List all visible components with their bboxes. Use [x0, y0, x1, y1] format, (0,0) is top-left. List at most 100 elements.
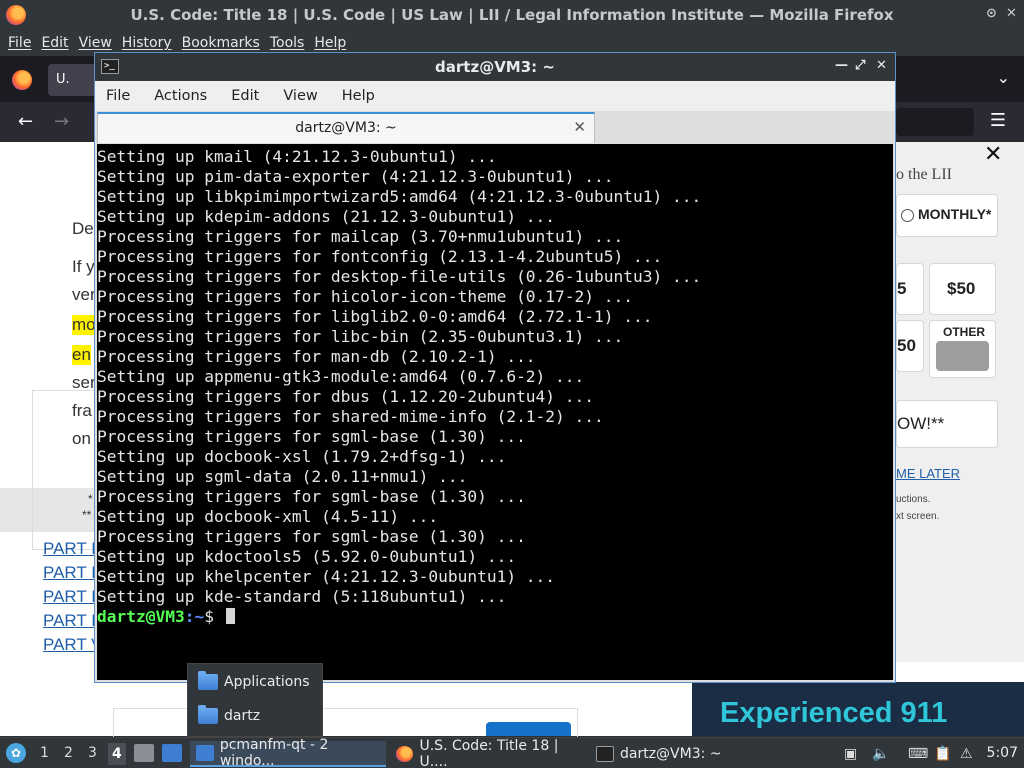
updates-icon[interactable]: ▣ — [844, 746, 857, 762]
terminal-window: >_ dartz@VM3: ~ — ⤢ ✕ File Actions Edit … — [94, 52, 896, 683]
ff-menu-file[interactable]: File — [8, 35, 31, 51]
donation-header: o the LII — [896, 166, 952, 183]
terminal-cursor — [225, 608, 235, 624]
back-arrow-icon[interactable]: ← — [18, 111, 33, 132]
firefox-tab[interactable]: U. — [48, 64, 98, 96]
ff-menu-view[interactable]: View — [79, 35, 112, 51]
terminal-window-title: dartz@VM3: ~ — [435, 58, 555, 76]
volume-icon[interactable]: 🔈 — [872, 746, 889, 762]
donation-note: xt screen. — [896, 511, 940, 522]
terminal-output-line: Processing triggers for hicolor-icon-the… — [97, 287, 634, 306]
task-firefox[interactable]: U.S. Code: Title 18 | U.... — [390, 738, 586, 768]
workspace-3[interactable]: 3 — [88, 745, 97, 761]
ad-text: Experienced 911 — [720, 697, 948, 729]
monthly-option[interactable]: MONTHLY* — [896, 194, 998, 237]
firefox-logo-icon — [6, 5, 26, 25]
terminal-output-line: Processing triggers for fontconfig (2.13… — [97, 247, 663, 266]
popup-item-home[interactable]: dartz — [198, 705, 261, 724]
terminal-output-line: Setting up kdoctools5 (5.92.0-0ubuntu1) … — [97, 547, 517, 566]
ff-menu-history[interactable]: History — [122, 35, 172, 51]
popup-item-label: dartz — [224, 708, 261, 724]
terminal-menubar: File Actions Edit View Help — [95, 81, 895, 111]
terminal-output[interactable]: Setting up kmail (4:21.12.3-0ubuntu1) ..… — [97, 144, 893, 680]
terminal-lines: Setting up kmail (4:21.12.3-0ubuntu1) ..… — [97, 147, 701, 627]
firefox-close-icon[interactable]: ✕ — [1006, 6, 1017, 21]
popup-item-label: Applications — [224, 674, 310, 690]
amount-option[interactable]: 5 — [896, 263, 924, 315]
prompt-symbol: $ — [204, 607, 224, 626]
workspace-2[interactable]: 2 — [64, 745, 73, 761]
tab-close-icon[interactable]: ✕ — [573, 118, 586, 136]
terminal-titlebar[interactable]: >_ dartz@VM3: ~ — ⤢ ✕ — [95, 53, 895, 81]
task-label: U.S. Code: Title 18 | U.... — [419, 738, 559, 768]
ff-menu-tools[interactable]: Tools — [270, 35, 305, 51]
firefox-titlebar: U.S. Code: Title 18 | U.S. Code | US Law… — [0, 0, 1024, 30]
workspace-1[interactable]: 1 — [40, 745, 49, 761]
term-menu-file[interactable]: File — [106, 88, 130, 104]
ff-menu-bookmarks[interactable]: Bookmarks — [182, 35, 260, 51]
term-menu-help[interactable]: Help — [342, 88, 375, 104]
terminal-tab-title: dartz@VM3: ~ — [295, 120, 397, 136]
term-menu-edit[interactable]: Edit — [231, 88, 259, 104]
tab-list-chevron-icon[interactable]: ⌄ — [997, 68, 1010, 87]
term-menu-actions[interactable]: Actions — [154, 88, 207, 104]
part-link[interactable]: PART I — [43, 563, 96, 583]
ff-menu-help[interactable]: Help — [314, 35, 346, 51]
part-link[interactable]: PART I — [43, 587, 96, 607]
remind-later-link[interactable]: ME LATER — [896, 466, 960, 481]
terminal-output-line: Processing triggers for dbus (1.12.20-2u… — [97, 387, 595, 406]
url-bar[interactable] — [896, 108, 974, 136]
close-icon[interactable]: ✕ — [876, 58, 887, 73]
minimize-icon[interactable]: — — [835, 58, 848, 73]
terminal-output-line: Processing triggers for libglib2.0-0:amd… — [97, 307, 653, 326]
terminal-output-line: Processing triggers for shared-mime-info… — [97, 407, 604, 426]
open-button[interactable] — [486, 722, 571, 736]
amount-label: $50 — [947, 279, 976, 298]
terminal-output-line: Setting up appmenu-gtk3-module:amd64 (0.… — [97, 367, 585, 386]
task-pcmanfm[interactable]: pcmanfm-qt - 2 windo... — [190, 737, 386, 768]
desktop: U.S. Code: Title 18 | U.S. Code | US Law… — [0, 0, 1024, 768]
folder-icon — [198, 705, 218, 724]
terminal-output-line: Processing triggers for sgml-base (1.30)… — [97, 487, 526, 506]
terminal-output-line: Setting up kde-standard (5:118ubuntu1) .… — [97, 587, 507, 606]
firefox-window-title: U.S. Code: Title 18 | U.S. Code | US Law… — [130, 6, 894, 24]
terminal-output-line: Setting up kdepim-addons (21.12.3-0ubunt… — [97, 207, 556, 226]
start-menu-icon[interactable]: ✿ — [6, 743, 26, 763]
terminal-output-line: Setting up sgml-data (2.0.11+nmu1) ... — [97, 467, 468, 486]
other-amount-input[interactable] — [936, 341, 989, 371]
workspace-4[interactable]: 4 — [108, 743, 126, 765]
firefox-view-icon[interactable] — [12, 70, 32, 90]
terminal-output-line: Processing triggers for sgml-base (1.30)… — [97, 427, 526, 446]
amount-50-option[interactable]: $50 — [929, 263, 996, 315]
terminal-output-line: Processing triggers for mailcap (3.70+nm… — [97, 227, 624, 246]
maximize-icon[interactable]: ⤢ — [855, 58, 865, 73]
terminal-output-line: Setting up khelpcenter (4:21.12.3-0ubunt… — [97, 567, 556, 586]
network-icon[interactable]: ⌨ — [908, 746, 928, 762]
part-link[interactable]: PART I — [43, 539, 96, 559]
file-manager-quicklaunch-icon[interactable] — [134, 744, 154, 762]
part-link[interactable]: PART I — [43, 611, 96, 631]
hamburger-menu-icon[interactable]: ☰ — [990, 110, 1006, 131]
terminal-output-line: Setting up docbook-xsl (1.79.2+dfsg-1) .… — [97, 447, 507, 466]
task-terminal[interactable]: dartz@VM3: ~ — [590, 741, 730, 767]
amount-option[interactable]: 50 — [896, 320, 924, 372]
clipboard-icon[interactable]: 📋 — [934, 746, 951, 762]
donate-now-label: OW!** — [897, 414, 945, 433]
donation-close-icon[interactable]: ✕ — [984, 142, 1002, 167]
firefox-minimize-icon[interactable]: ⊙ — [986, 6, 997, 21]
monthly-radio[interactable] — [901, 209, 914, 222]
terminal-prompt-line[interactable]: dartz@VM3:~$ — [97, 607, 701, 627]
ff-menu-edit[interactable]: Edit — [41, 35, 68, 51]
other-label: OTHER — [943, 325, 985, 339]
terminal-tab[interactable]: dartz@VM3: ~ ✕ — [97, 112, 595, 143]
term-menu-view[interactable]: View — [283, 88, 317, 104]
notifications-icon[interactable]: ⚠ — [960, 746, 973, 762]
terminal-output-line: Processing triggers for man-db (2.10.2-1… — [97, 347, 536, 366]
show-desktop-icon[interactable] — [162, 744, 182, 762]
folder-icon — [198, 671, 218, 690]
popup-item-applications[interactable]: Applications — [198, 671, 310, 690]
places-popup: Applications dartz — [187, 663, 323, 737]
terminal-output-line: Setting up pim-data-exporter (4:21.12.3-… — [97, 167, 614, 186]
forward-arrow-icon[interactable]: → — [54, 111, 69, 132]
donate-now-button[interactable]: OW!** — [896, 400, 998, 448]
